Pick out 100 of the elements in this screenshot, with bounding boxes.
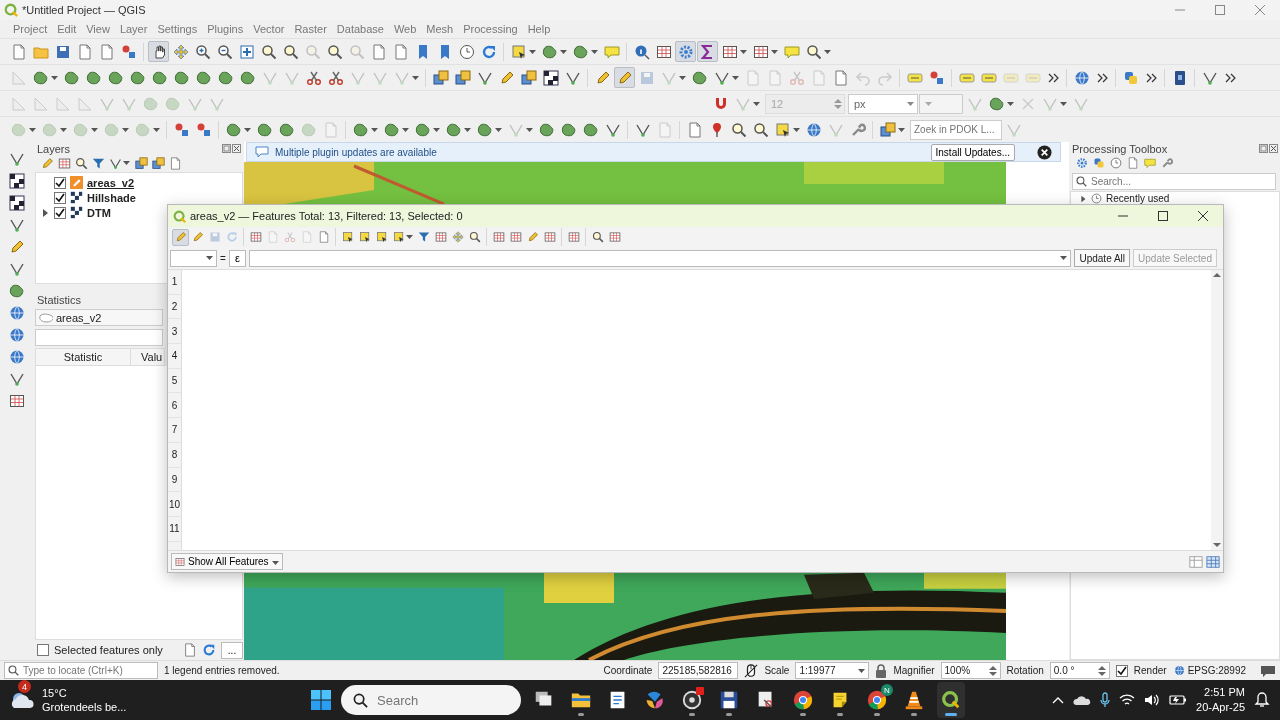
update-all-button[interactable]: Update All [1074,249,1131,267]
scroll-down-icon[interactable] [1213,542,1221,548]
coordinate-field[interactable]: 225185,582816 [658,662,739,679]
hand-icon[interactable] [148,41,169,62]
column-header[interactable]: Statistic [36,349,131,365]
row-number[interactable]: 9 [168,467,181,493]
cloud-icon[interactable] [1073,694,1092,706]
menu-item[interactable]: Layer [114,23,153,35]
row-number[interactable]: 3 [168,319,181,345]
mouse-icon[interactable] [744,663,759,678]
layer-name[interactable]: areas_v2 [87,176,135,189]
cloud-icon[interactable] [10,690,36,710]
speaker-icon[interactable] [1144,693,1161,707]
chevron-up-icon[interactable] [1052,696,1065,704]
menu-item[interactable]: Mesh [421,23,459,35]
expression-field[interactable] [248,249,1072,267]
layers-icon[interactable] [133,155,149,171]
layers-icon[interactable] [150,155,166,171]
show-all-features-button[interactable]: Show All Features [171,553,283,570]
menu-item[interactable]: Database [331,23,389,35]
menu-item[interactable]: Processing [458,23,523,35]
scale-dropdown[interactable]: 1:19977 [795,662,870,679]
messages-icon[interactable] [1260,663,1276,678]
close-icon[interactable] [1037,144,1052,160]
start-button[interactable] [310,689,332,711]
row-number[interactable]: 1 [168,270,181,295]
maximize-icon[interactable] [1158,211,1168,221]
layer-name[interactable]: DTM [87,206,111,219]
taskbar-button[interactable]: N [863,682,891,718]
menu-item[interactable]: Plugins [202,23,249,35]
raster-icon[interactable] [6,170,28,191]
layer-name[interactable]: Hillshade [87,191,136,204]
tree-item[interactable]: Recently used [1106,193,1170,204]
layer-dropdown[interactable]: areas_v2 [35,309,163,326]
search-field[interactable]: Search [341,685,521,715]
menu-item[interactable]: Vector [248,23,290,35]
row-number[interactable]: 10 [168,492,181,517]
row-number[interactable]: 6 [168,393,181,419]
pencil-icon[interactable] [614,67,635,88]
layers-icon[interactable] [430,67,451,88]
checkbox[interactable] [54,176,66,189]
lock-icon[interactable] [875,663,888,678]
sum-icon[interactable] [697,41,718,62]
expression-button[interactable]: ε [228,249,246,267]
checkbox[interactable] [54,191,66,204]
row-number[interactable]: 11 [168,516,181,542]
more-button[interactable]: ... [221,641,243,659]
menu-item[interactable]: Project [8,23,53,35]
close-icon[interactable] [1269,144,1278,153]
checkbox[interactable] [1115,664,1128,677]
caret-icon[interactable] [907,99,914,108]
expand-arrow-icon[interactable] [40,207,50,218]
taskbar-button[interactable] [937,682,965,718]
restore-icon[interactable] [1215,5,1225,15]
microphone-icon[interactable] [1100,692,1111,708]
menu-item[interactable]: Raster [289,23,332,35]
layers-icon[interactable] [518,67,539,88]
wifi-icon[interactable] [1119,693,1136,707]
raster-icon[interactable] [540,67,561,88]
clock-date[interactable]: 20-Apr-25 [1196,700,1245,715]
field-dropdown[interactable] [170,249,217,267]
scrollbar[interactable] [1211,270,1223,550]
refresh-icon[interactable] [202,643,216,657]
menu-item[interactable]: View [81,23,115,35]
pencil-icon[interactable] [172,228,189,246]
menu-item[interactable]: Help [522,23,556,35]
float-icon[interactable] [1259,144,1268,153]
row-number[interactable]: 5 [168,368,181,394]
battery-icon[interactable] [1169,694,1188,706]
spin-arrows-icon[interactable] [1097,663,1106,678]
notification-bell-icon[interactable] [1254,692,1270,708]
menu-item[interactable]: Settings [152,23,203,35]
copy-icon[interactable] [183,643,197,657]
clock-icon[interactable] [1108,155,1124,171]
clock-time[interactable]: 2:51 PM [1204,685,1245,700]
crs-button[interactable]: EPSG:28992 [1172,665,1254,676]
checkbox[interactable] [37,644,49,656]
close-icon[interactable] [1198,211,1208,221]
column-header[interactable]: Valu [131,349,164,365]
expand-arrow-icon[interactable] [1079,194,1087,203]
scroll-up-icon[interactable] [1213,272,1221,278]
menu-item[interactable]: Web [388,23,422,35]
rotation-spinbox[interactable]: 0.0 ° [1049,662,1110,679]
layers-icon[interactable] [877,119,898,140]
unit-dropdown[interactable]: px [848,93,918,114]
row-number[interactable]: 7 [168,418,181,443]
checkbox[interactable] [54,206,66,219]
caret-icon[interactable] [1060,254,1068,262]
magnifier-spinbox[interactable]: 100% [940,662,1001,679]
magnifier-icon[interactable] [73,155,89,171]
layers-icon[interactable] [452,67,473,88]
search-field[interactable]: Zoek in PDOK L... [910,119,1002,140]
locate-field[interactable]: Type to locate (Ctrl+K) [4,662,158,679]
field-dropdown[interactable] [35,329,163,346]
table-view-icon[interactable] [1206,554,1220,569]
install-updates-button[interactable]: Install Updates... [930,143,1015,161]
float-icon[interactable] [222,144,231,153]
caret-icon[interactable] [206,254,213,262]
caret-icon[interactable] [858,666,866,675]
gear-icon[interactable] [1074,155,1090,171]
